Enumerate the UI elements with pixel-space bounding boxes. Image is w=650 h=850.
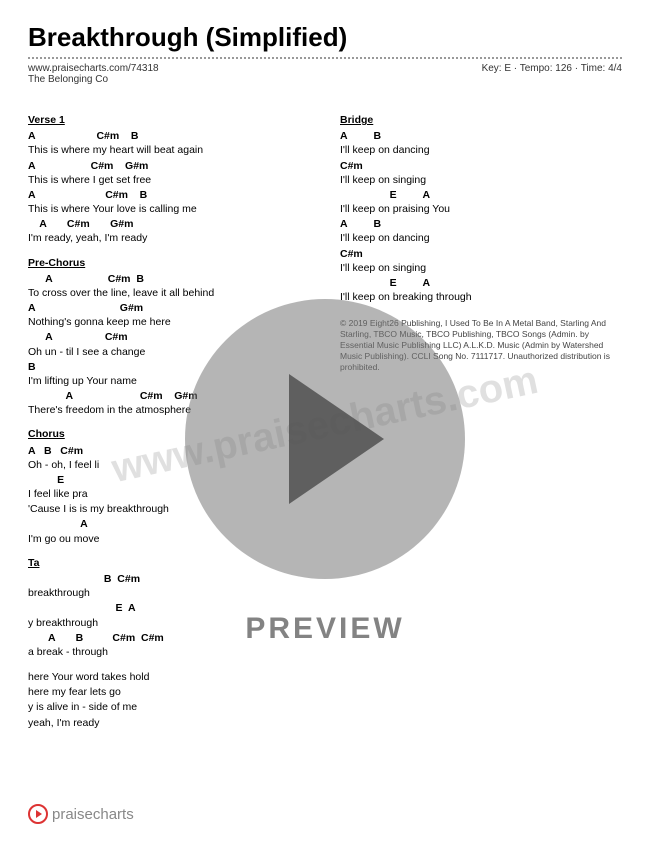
chord-line: E bbox=[28, 473, 310, 487]
chord-line: A G#m bbox=[28, 301, 310, 315]
section-tag: Ta bbox=[28, 556, 310, 570]
artist: The Belonging Co bbox=[28, 74, 159, 85]
lyric-line: I'll keep on praising You bbox=[340, 202, 622, 216]
logo-icon bbox=[28, 804, 48, 824]
divider bbox=[28, 57, 622, 59]
copyright: © 2019 Eight26 Publishing, I Used To Be … bbox=[340, 318, 622, 373]
chord-line: A bbox=[28, 517, 310, 531]
section-chorus: Chorus bbox=[28, 427, 310, 441]
chord-line: A C#m G#m bbox=[28, 159, 310, 173]
chord-line: C#m bbox=[340, 247, 622, 261]
chord-line: A B C#m bbox=[28, 444, 310, 458]
chord-line: A C#m B bbox=[28, 129, 310, 143]
lyric-line: I feel like pra bbox=[28, 487, 310, 501]
lyric-line: I'll keep on singing bbox=[340, 261, 622, 275]
chord-line: A C#m B bbox=[28, 272, 310, 286]
preview-label: PREVIEW bbox=[245, 612, 404, 646]
meta-row: www.praisecharts.com/74318 The Belonging… bbox=[28, 63, 622, 85]
chord-line: A C#m G#m bbox=[28, 217, 310, 231]
chord-line: B C#m bbox=[28, 572, 310, 586]
lyric-line: here my fear lets go bbox=[28, 685, 310, 699]
lyric-line: yeah, I'm ready bbox=[28, 716, 310, 730]
lyric-line: I'll keep on dancing bbox=[340, 143, 622, 157]
page-title: Breakthrough (Simplified) bbox=[28, 22, 622, 53]
chord-line: A C#m G#m bbox=[28, 389, 310, 403]
section-prechorus: Pre-Chorus bbox=[28, 256, 310, 270]
lyric-line: To cross over the line, leave it all beh… bbox=[28, 286, 310, 300]
source-url: www.praisecharts.com/74318 bbox=[28, 63, 159, 74]
section-verse1: Verse 1 bbox=[28, 113, 310, 127]
chord-line: A C#m B bbox=[28, 188, 310, 202]
chord-line: C#m bbox=[340, 159, 622, 173]
lyric-line: Oh - oh, I feel li bbox=[28, 458, 310, 472]
footer-logo: praisecharts bbox=[28, 804, 134, 824]
lyric-line: I'll keep on breaking through bbox=[340, 290, 622, 304]
lyric-line: I'll keep on dancing bbox=[340, 231, 622, 245]
lyric-line: breakthrough bbox=[28, 586, 310, 600]
lyric-line: This is where my heart will beat again bbox=[28, 143, 310, 157]
lyric-line: I'm lifting up Your name bbox=[28, 374, 310, 388]
lyric-line: 'Cause I is is my breakthrough bbox=[28, 502, 310, 516]
lyric-line: I'm go ou move bbox=[28, 532, 310, 546]
lyric-line: This is where Your love is calling me bbox=[28, 202, 310, 216]
lyric-line: here Your word takes hold bbox=[28, 670, 310, 684]
lyric-line: This is where I get set free bbox=[28, 173, 310, 187]
chord-line: B bbox=[28, 360, 310, 374]
lyric-line: I'm ready, yeah, I'm ready bbox=[28, 231, 310, 245]
lyric-line: There's freedom in the atmosphere bbox=[28, 403, 310, 417]
song-meta: Key: E · Tempo: 126 · Time: 4/4 bbox=[482, 63, 622, 85]
chord-line: E A bbox=[340, 188, 622, 202]
chord-line: E A bbox=[340, 276, 622, 290]
lyric-line: Oh un - til I see a change bbox=[28, 345, 310, 359]
lyric-line: Nothing's gonna keep me here bbox=[28, 315, 310, 329]
footer-brand: praisecharts bbox=[52, 806, 134, 823]
chord-line: A B bbox=[340, 129, 622, 143]
lyric-line: y is alive in - side of me bbox=[28, 700, 310, 714]
chord-line: A C#m bbox=[28, 330, 310, 344]
chord-line: A B bbox=[340, 217, 622, 231]
lyric-line: I'll keep on singing bbox=[340, 173, 622, 187]
lyric-line: a break - through bbox=[28, 645, 310, 659]
section-bridge: Bridge bbox=[340, 113, 622, 127]
